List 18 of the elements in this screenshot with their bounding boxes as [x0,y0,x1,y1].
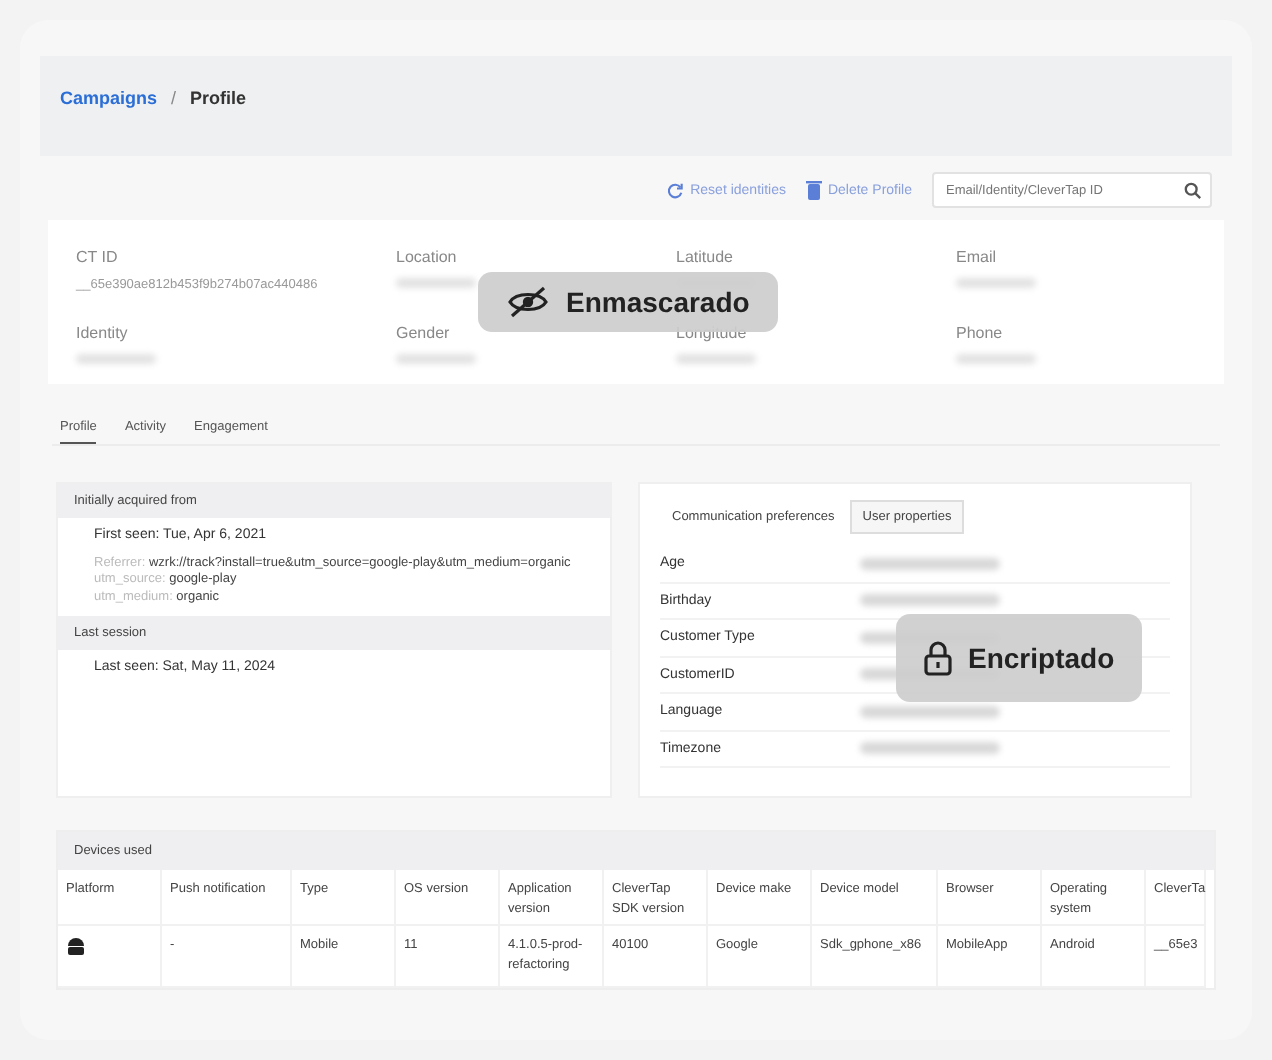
search-icon [1184,182,1202,200]
field-label: CT ID [76,248,120,266]
field-label: Location [396,248,459,266]
lock-icon [924,640,952,676]
field-label: Identity [76,324,130,342]
refresh-icon [666,181,685,199]
breadcrumb-link[interactable]: Campaigns [60,88,158,108]
breadcrumb-current: Profile [190,88,247,108]
eye-off-icon [506,284,550,320]
field-label: Email [956,248,999,266]
field-label: Latitude [676,248,735,266]
field-label: Phone [956,324,1005,342]
trash-icon [805,180,822,200]
encrypted-badge: Encriptado [896,614,1143,702]
field-label: Gender [396,324,452,342]
masked-badge: Enmascarado [478,272,778,332]
android-icon [66,936,86,958]
breadcrumb-separator: / [171,88,177,108]
